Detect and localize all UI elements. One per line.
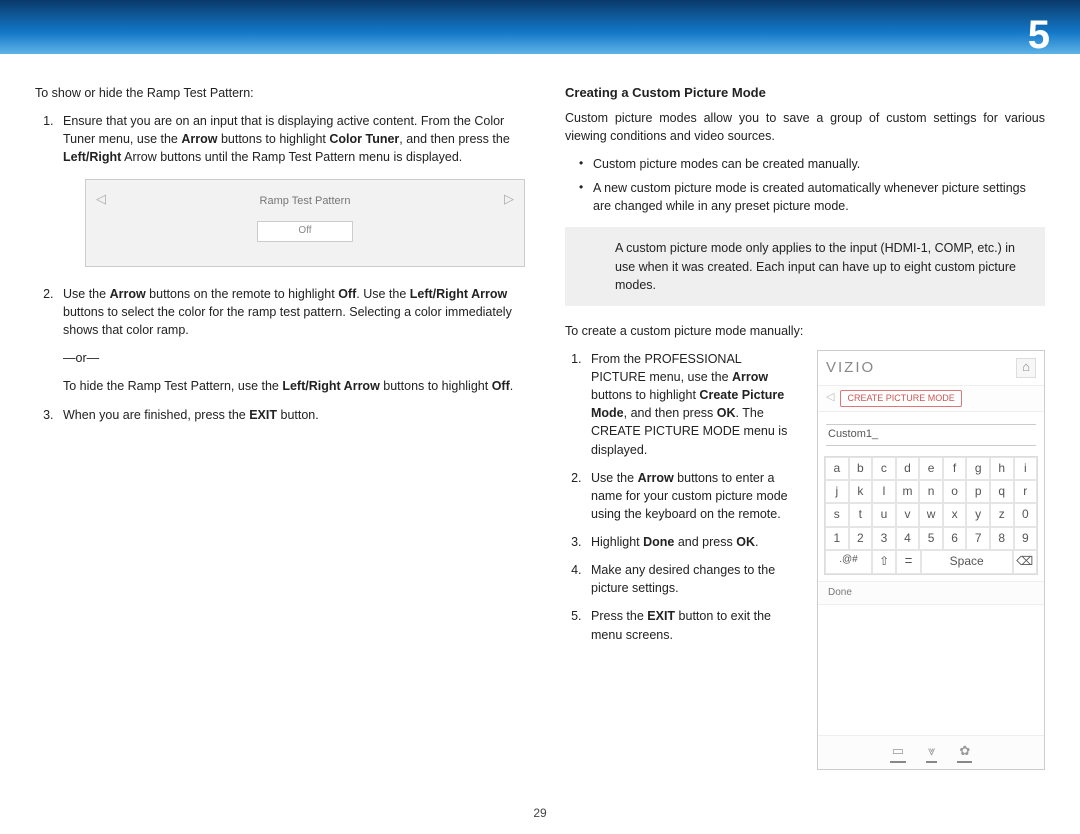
chapter-number: 5 [1028, 6, 1050, 64]
key-0[interactable]: 0 [1014, 503, 1038, 526]
chapter-banner: 5 [0, 0, 1080, 54]
key-j[interactable]: j [825, 480, 849, 503]
ramp-intro: To show or hide the Ramp Test Pattern: [35, 84, 525, 102]
vizio-breadcrumb: ◁ CREATE PICTURE MODE [818, 386, 1044, 412]
key-a[interactable]: a [825, 457, 849, 480]
footer-cc-icon[interactable]: ▭ [890, 742, 906, 763]
create-step-4: Make any desired changes to the picture … [585, 561, 799, 597]
custom-mode-bullets: Custom picture modes can be created manu… [565, 155, 1045, 215]
bullet-manual: Custom picture modes can be created manu… [593, 155, 1045, 173]
ramp-test-pattern-widget: ◁ ▷ Ramp Test Pattern Off [85, 179, 525, 267]
key-backspace-icon[interactable]: ⌫ [1013, 550, 1037, 573]
key-5[interactable]: 5 [919, 527, 943, 550]
hide-ramp: To hide the Ramp Test Pattern, use the L… [63, 377, 525, 395]
key-4[interactable]: 4 [896, 527, 920, 550]
key-d[interactable]: d [896, 457, 920, 480]
key-7[interactable]: 7 [966, 527, 990, 550]
key-9[interactable]: 9 [1014, 527, 1038, 550]
key-x[interactable]: x [943, 503, 967, 526]
key-space[interactable]: Space [921, 550, 1013, 573]
key-p[interactable]: p [966, 480, 990, 503]
kb-row-4: 1 2 3 4 5 6 7 8 9 [825, 527, 1037, 550]
create-steps: From the PROFESSIONAL PICTURE menu, use … [565, 350, 799, 656]
create-step-5: Press the EXIT button to exit the menu s… [585, 607, 799, 643]
keyboard-done-button[interactable]: Done [818, 581, 1044, 606]
key-k[interactable]: k [849, 480, 873, 503]
vizio-logo: VIZIO [826, 357, 875, 379]
key-8[interactable]: 8 [990, 527, 1014, 550]
key-i[interactable]: i [1014, 457, 1038, 480]
footer-settings-icon[interactable]: ✿ [957, 742, 972, 763]
arrow-right-icon: ▷ [504, 190, 514, 209]
create-step-3: Highlight Done and press OK. [585, 533, 799, 551]
key-w[interactable]: w [919, 503, 943, 526]
custom-mode-intro: Custom picture modes allow you to save a… [565, 109, 1045, 145]
ramp-widget-title: Ramp Test Pattern [96, 194, 514, 210]
key-q[interactable]: q [990, 480, 1014, 503]
ramp-step-1: Ensure that you are on an input that is … [57, 112, 525, 267]
onscreen-keyboard: a b c d e f g h i j k l m [824, 456, 1038, 575]
vizio-footer-icons: ▭ ⩔ ✿ [818, 735, 1044, 769]
key-symbols[interactable]: .@# [825, 550, 872, 573]
key-3[interactable]: 3 [872, 527, 896, 550]
key-c[interactable]: c [872, 457, 896, 480]
custom-mode-heading: Creating a Custom Picture Mode [565, 84, 1045, 103]
ramp-step-3: When you are finished, press the EXIT bu… [57, 406, 525, 424]
kb-row-5: .@# ⇧ ꘌ Space ⌫ [825, 550, 1037, 573]
key-l[interactable]: l [872, 480, 896, 503]
key-shift-icon[interactable]: ⇧ [872, 550, 896, 573]
key-u[interactable]: u [872, 503, 896, 526]
key-n[interactable]: n [919, 480, 943, 503]
key-b[interactable]: b [849, 457, 873, 480]
key-e[interactable]: e [919, 457, 943, 480]
back-icon[interactable]: ◁ [826, 390, 834, 406]
key-6[interactable]: 6 [943, 527, 967, 550]
footer-wide-icon[interactable]: ⩔ [926, 742, 937, 763]
ramp-off-button[interactable]: Off [257, 221, 352, 242]
or-divider: —or— [63, 349, 525, 367]
arrow-left-icon: ◁ [96, 190, 106, 209]
key-2[interactable]: 2 [849, 527, 873, 550]
page-content: To show or hide the Ramp Test Pattern: E… [0, 54, 1080, 770]
kb-row-1: a b c d e f g h i [825, 457, 1037, 480]
key-1[interactable]: 1 [825, 527, 849, 550]
vizio-osd-panel: VIZIO ⌂ ◁ CREATE PICTURE MODE Custom1_ a… [817, 350, 1045, 770]
create-intro: To create a custom picture mode manually… [565, 322, 1045, 340]
home-icon[interactable]: ⌂ [1016, 358, 1036, 378]
left-column: To show or hide the Ramp Test Pattern: E… [35, 84, 525, 770]
steps-plus-panel: From the PROFESSIONAL PICTURE menu, use … [565, 350, 1045, 770]
bullet-auto: A new custom picture mode is created aut… [593, 179, 1045, 215]
key-h[interactable]: h [990, 457, 1014, 480]
vizio-header: VIZIO ⌂ [818, 351, 1044, 386]
create-step-2: Use the Arrow buttons to enter a name fo… [585, 469, 799, 523]
kb-row-3: s t u v w x y z 0 [825, 503, 1037, 526]
key-r[interactable]: r [1014, 480, 1038, 503]
key-y[interactable]: y [966, 503, 990, 526]
note-box: A custom picture mode only applies to th… [565, 227, 1045, 305]
key-g[interactable]: g [966, 457, 990, 480]
key-o[interactable]: o [943, 480, 967, 503]
key-t[interactable]: t [849, 503, 873, 526]
breadcrumb-label: CREATE PICTURE MODE [840, 390, 961, 407]
key-v[interactable]: v [896, 503, 920, 526]
key-f[interactable]: f [943, 457, 967, 480]
panel-spacer [818, 605, 1044, 735]
ramp-step-2: Use the Arrow buttons on the remote to h… [57, 285, 525, 396]
page-number: 29 [0, 805, 1080, 822]
key-mic-icon[interactable]: ꘌ [896, 550, 920, 573]
key-s[interactable]: s [825, 503, 849, 526]
kb-row-2: j k l m n o p q r [825, 480, 1037, 503]
ramp-steps: Ensure that you are on an input that is … [35, 112, 525, 424]
key-m[interactable]: m [896, 480, 920, 503]
right-column: Creating a Custom Picture Mode Custom pi… [565, 84, 1045, 770]
key-z[interactable]: z [990, 503, 1014, 526]
mode-name-input[interactable]: Custom1_ [826, 424, 1036, 446]
create-step-1: From the PROFESSIONAL PICTURE menu, use … [585, 350, 799, 459]
